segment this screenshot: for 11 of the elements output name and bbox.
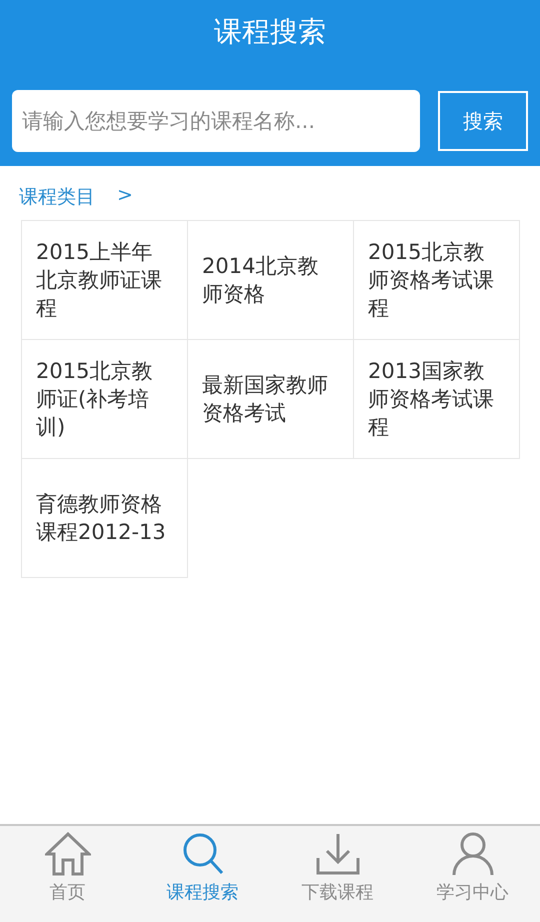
category-tile[interactable]: 2015上半年北京教师证课程 xyxy=(21,220,188,340)
category-tile[interactable]: 2015北京教师资格考试课程 xyxy=(353,220,520,340)
page-title: 课程搜索 xyxy=(214,14,326,50)
breadcrumb-arrow: > xyxy=(117,184,133,208)
category-tile[interactable]: 2013国家教师资格考试课程 xyxy=(353,339,520,459)
category-tile[interactable]: 育德教师资格课程2012-13 xyxy=(21,458,188,578)
download-icon xyxy=(314,832,360,876)
search-field[interactable]: 请输入您想要学习的课程名称... xyxy=(12,90,420,152)
category-label: 课程类目 xyxy=(19,185,95,210)
home-icon xyxy=(44,832,90,876)
user-icon xyxy=(450,832,496,876)
